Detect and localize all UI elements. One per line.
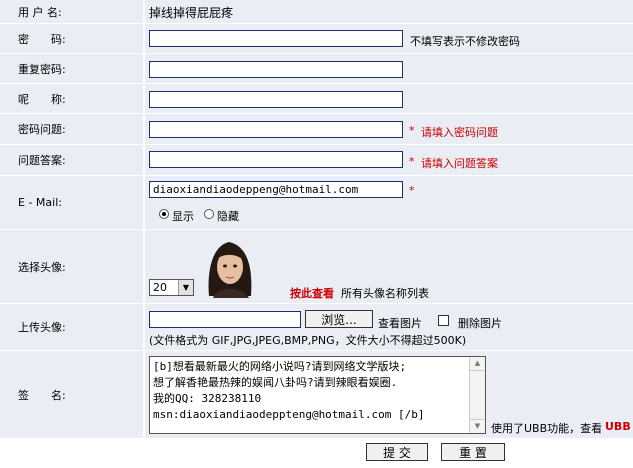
nickname-label: 呢 称: — [0, 84, 144, 113]
email-row: E - Mail: diaoxiandiaodeppeng@hotmail.co… — [0, 175, 633, 229]
ubb-link[interactable]: UBB — [605, 420, 631, 433]
avatar-select[interactable]: 20 ▼ — [149, 279, 194, 296]
avatar-image — [199, 236, 259, 298]
question-label: 密码问题: — [0, 114, 144, 144]
avatar-label: 选择头像: — [0, 230, 144, 303]
nickname-row: 呢 称: — [0, 83, 633, 113]
answer-row: 问题答案: * 请填入问题答案 — [0, 144, 633, 175]
question-hint: 请填入密码问题 — [421, 126, 498, 139]
submit-button[interactable]: 提 交 — [366, 443, 428, 461]
username-value: 掉线掉得屁屁疼 — [149, 6, 234, 20]
question-input[interactable] — [149, 121, 403, 138]
password-hint: 不填写表示不修改密码 — [410, 35, 520, 48]
upload-row: 上传头像: 浏览... 查看图片 删除图片 (文件格式为 GIF,JPG,JPE… — [0, 303, 633, 350]
ubb-note: 使用了UBB功能，查看 — [491, 422, 603, 435]
answer-input[interactable] — [149, 151, 403, 168]
avatar-select-value: 20 — [153, 281, 167, 294]
password-input[interactable] — [149, 30, 403, 47]
scroll-up-arrow-icon[interactable]: ▲ — [470, 357, 485, 371]
question-row: 密码问题: * 请填入密码问题 — [0, 113, 633, 144]
scroll-down-arrow-icon[interactable]: ▼ — [470, 419, 485, 433]
repeat-password-label: 重复密码: — [0, 54, 144, 83]
email-hide-label: 隐藏 — [217, 210, 239, 223]
answer-hint: 请填入问题答案 — [421, 157, 498, 170]
username-label: 用 户 名: — [0, 0, 144, 23]
email-show-radio[interactable] — [159, 209, 169, 219]
upload-format-note: (文件格式为 GIF,JPG,JPEG,BMP,PNG，文件大小不得超过500K… — [149, 334, 467, 347]
question-required-mark: * — [409, 124, 415, 137]
signature-label: 签 名: — [0, 351, 144, 438]
answer-label: 问题答案: — [0, 145, 144, 175]
reset-button[interactable]: 重 置 — [441, 443, 505, 461]
email-label: E - Mail: — [0, 176, 144, 229]
upload-file-input[interactable] — [149, 311, 301, 328]
upload-label: 上传头像: — [0, 304, 144, 350]
password-row: 密 码: 不填写表示不修改密码 — [0, 23, 633, 53]
signature-line: [b]想看最新最火的网络小说吗?请到网络文学版块; — [153, 360, 407, 373]
username-row: 用 户 名: 掉线掉得屁屁疼 — [0, 0, 633, 23]
avatar-row: 选择头像: 20 ▼ 按此查看 所有头像名称列表 — [0, 229, 633, 303]
password-label: 密 码: — [0, 24, 144, 53]
avatar-list-suffix: 所有头像名称列表 — [341, 287, 429, 300]
signature-text: [b]想看最新最火的网络小说吗?请到网络文学版块; 想了解香艳最热辣的娱闻八卦吗… — [153, 359, 467, 423]
email-required-mark: * — [409, 184, 415, 197]
browse-button[interactable]: 浏览... — [305, 310, 373, 328]
email-show-label: 显示 — [172, 210, 194, 223]
email-hide-radio[interactable] — [204, 209, 214, 219]
signature-textarea[interactable]: [b]想看最新最火的网络小说吗?请到网络文学版块; 想了解香艳最热辣的娱闻八卦吗… — [149, 356, 486, 434]
repeat-password-row: 重复密码: — [0, 53, 633, 83]
chevron-down-icon: ▼ — [178, 280, 193, 295]
answer-required-mark: * — [409, 155, 415, 168]
delete-image-checkbox[interactable] — [438, 315, 449, 326]
signature-line: msn:diaoxiandiaodeppteng@hotmail.com [/b… — [153, 408, 425, 421]
delete-image-label: 删除图片 — [458, 317, 502, 330]
textarea-scrollbar[interactable]: ▲ ▼ — [469, 357, 485, 433]
signature-line: 想了解香艳最热辣的娱闻八卦吗?请到辣眼看娱圈. — [153, 376, 398, 389]
email-input[interactable]: diaoxiandiaodeppeng@hotmail.com — [149, 181, 403, 198]
avatar-list-link[interactable]: 按此查看 — [290, 285, 334, 301]
repeat-password-input[interactable] — [149, 61, 403, 78]
signature-row: 签 名: [b]想看最新最火的网络小说吗?请到网络文学版块; 想了解香艳最热辣的… — [0, 350, 633, 438]
signature-line: 我的QQ: 328238110 — [153, 392, 262, 405]
nickname-input[interactable] — [149, 91, 403, 108]
view-image-link[interactable]: 查看图片 — [378, 315, 422, 331]
